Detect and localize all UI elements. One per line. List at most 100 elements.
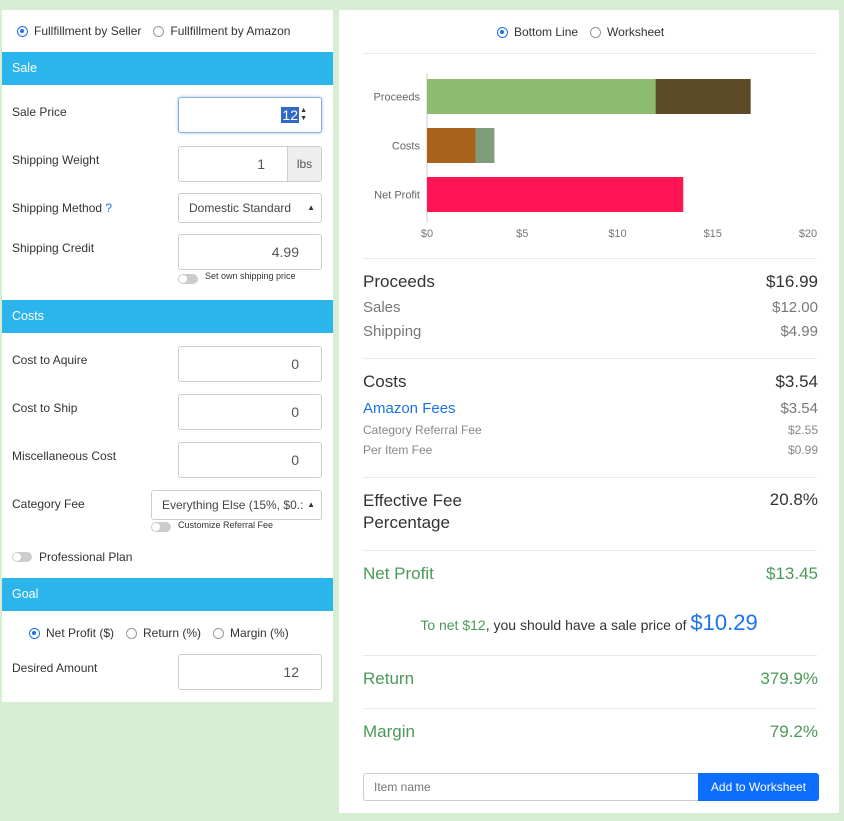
- results-panel: Bottom Line Worksheet Proceeds Costs Net P…: [339, 10, 839, 813]
- fba-label[interactable]: Fullfillment by Amazon: [170, 24, 290, 38]
- desired-amount-value: 12: [283, 664, 299, 680]
- sale-price-value: 12: [281, 107, 299, 123]
- costs-section-header: Costs: [2, 300, 333, 333]
- sale-section-header: Sale: [2, 52, 333, 85]
- costs-summary-label: Costs: [363, 372, 407, 391]
- fulfillment-options: Fullfillment by Seller Fullfillment by A…: [17, 24, 290, 38]
- category-fee-value: Everything Else (15%, $0.:: [162, 498, 304, 512]
- amazon-fees-value: $3.54: [780, 400, 818, 417]
- bar-segment: [475, 128, 495, 163]
- x-tick-label: $10: [608, 228, 626, 240]
- cost-ship-input[interactable]: 0: [178, 394, 322, 430]
- shipping-label: Shipping: [363, 323, 422, 340]
- x-tick-label: $0: [421, 228, 433, 240]
- divider: [363, 550, 817, 551]
- margin-option-label[interactable]: Margin (%): [230, 626, 289, 640]
- divider: [363, 655, 817, 656]
- costs-summary-value: $3.54: [775, 372, 818, 391]
- cost-aquire-label: Cost to Aquire: [12, 353, 88, 367]
- goal-middle: , you should have a sale price of: [485, 617, 691, 633]
- goal-options: Net Profit ($) Return (%) Margin (%): [29, 626, 289, 640]
- calculator-form: Fullfillment by Seller Fullfillment by A…: [2, 10, 333, 702]
- shipping-method-label-text: Shipping Method: [12, 201, 103, 215]
- shipping-method-value: Domestic Standard: [189, 201, 292, 215]
- goal-price: $10.29: [690, 610, 758, 635]
- proceeds-value: $16.99: [766, 272, 818, 291]
- return-option-label[interactable]: Return (%): [143, 626, 201, 640]
- referral-fee-label: Category Referral Fee: [363, 423, 482, 437]
- bar-segment: [655, 79, 751, 114]
- divider: [363, 258, 817, 259]
- shipping-credit-input[interactable]: 4.99: [178, 234, 322, 270]
- sales-value: $12.00: [772, 299, 818, 316]
- category-label: Net Profit: [374, 190, 420, 202]
- divider: [363, 358, 817, 359]
- divider: [363, 477, 817, 478]
- cost-ship-label: Cost to Ship: [12, 401, 78, 415]
- view-options: Bottom Line Worksheet: [497, 25, 664, 39]
- fbs-label[interactable]: Fullfillment by Seller: [34, 24, 141, 38]
- net-profit-radio[interactable]: [29, 627, 40, 639]
- net-profit-value: $13.45: [766, 564, 818, 583]
- goal-prefix: To net $12: [420, 617, 486, 633]
- shipping-value: $4.99: [780, 323, 818, 340]
- desired-amount-label: Desired Amount: [12, 661, 98, 675]
- select-arrows-icon: ▲▼: [307, 203, 315, 212]
- effective-fee-label-line2: Percentage: [363, 513, 450, 532]
- bottom-line-radio[interactable]: [497, 26, 508, 38]
- net-profit-option-label[interactable]: Net Profit ($): [46, 626, 114, 640]
- margin-radio[interactable]: [213, 627, 225, 639]
- select-arrows-icon: ▲▼: [305, 491, 315, 519]
- shipping-method-select[interactable]: Domestic Standard ▲▼: [178, 193, 322, 223]
- misc-cost-value: 0: [291, 452, 299, 468]
- per-item-fee-value: $0.99: [787, 443, 818, 457]
- referral-fee-value: $2.55: [787, 423, 818, 437]
- bar-segment: [427, 79, 656, 114]
- category-fee-label: Category Fee: [12, 497, 85, 511]
- help-icon[interactable]: ?: [105, 201, 112, 215]
- fba-radio[interactable]: [153, 25, 165, 37]
- own-shipping-toggle[interactable]: [178, 274, 198, 284]
- shipping-weight-label: Shipping Weight: [12, 153, 100, 167]
- return-label: Return: [363, 669, 415, 688]
- bar-segment: [427, 177, 684, 212]
- goal-sentence: To net $12, you should have a sale price…: [339, 610, 839, 636]
- goal-section-header: Goal: [2, 578, 333, 611]
- effective-fee-value: 20.8%: [769, 490, 818, 509]
- misc-cost-label: Miscellaneous Cost: [12, 449, 117, 463]
- shipping-weight-value: 1: [257, 156, 265, 172]
- professional-plan-toggle[interactable]: [12, 552, 32, 562]
- custom-referral-toggle[interactable]: [151, 522, 171, 532]
- per-item-fee-label: Per Item Fee: [363, 443, 433, 457]
- sale-price-input[interactable]: 12 ▲ ▼: [178, 97, 322, 133]
- fbs-radio[interactable]: [17, 25, 28, 37]
- return-radio[interactable]: [126, 627, 138, 639]
- add-to-worksheet-button[interactable]: Add to Worksheet: [698, 773, 819, 801]
- professional-plan-label: Professional Plan: [39, 550, 133, 564]
- x-tick-label: $5: [516, 228, 528, 240]
- misc-cost-input[interactable]: 0: [178, 442, 322, 478]
- spinner-icon[interactable]: ▲ ▼: [300, 107, 307, 123]
- cost-ship-value: 0: [291, 404, 299, 420]
- shipping-weight-input[interactable]: 1 lbs: [178, 146, 322, 182]
- margin-value: 79.2%: [769, 722, 818, 741]
- effective-fee-label: Effective Fee Percentage: [363, 490, 462, 534]
- worksheet-label[interactable]: Worksheet: [607, 25, 664, 39]
- category-fee-select[interactable]: Everything Else (15%, $0.: ▲▼: [151, 490, 322, 520]
- shipping-credit-value: 4.99: [271, 244, 299, 260]
- cost-aquire-input[interactable]: 0: [178, 346, 322, 382]
- bar-chart: Proceeds Costs Net Profit $0 $5 $10 $15 $20: [374, 73, 817, 240]
- shipping-method-label: Shipping Method ?: [12, 201, 112, 215]
- divider: [363, 708, 817, 709]
- item-name-input[interactable]: Item name: [363, 773, 699, 801]
- custom-referral-label: Customize Referral Fee: [178, 520, 274, 530]
- net-profit-label: Net Profit: [363, 564, 434, 583]
- x-tick-label: $15: [704, 228, 722, 240]
- desired-amount-input[interactable]: 12: [178, 654, 322, 690]
- bar-segment: [427, 128, 476, 163]
- worksheet-radio[interactable]: [590, 26, 602, 38]
- proceeds-label: Proceeds: [363, 272, 435, 291]
- bottom-line-label[interactable]: Bottom Line: [514, 25, 578, 39]
- margin-label: Margin: [363, 722, 415, 741]
- amazon-fees-link[interactable]: Amazon Fees: [363, 400, 456, 417]
